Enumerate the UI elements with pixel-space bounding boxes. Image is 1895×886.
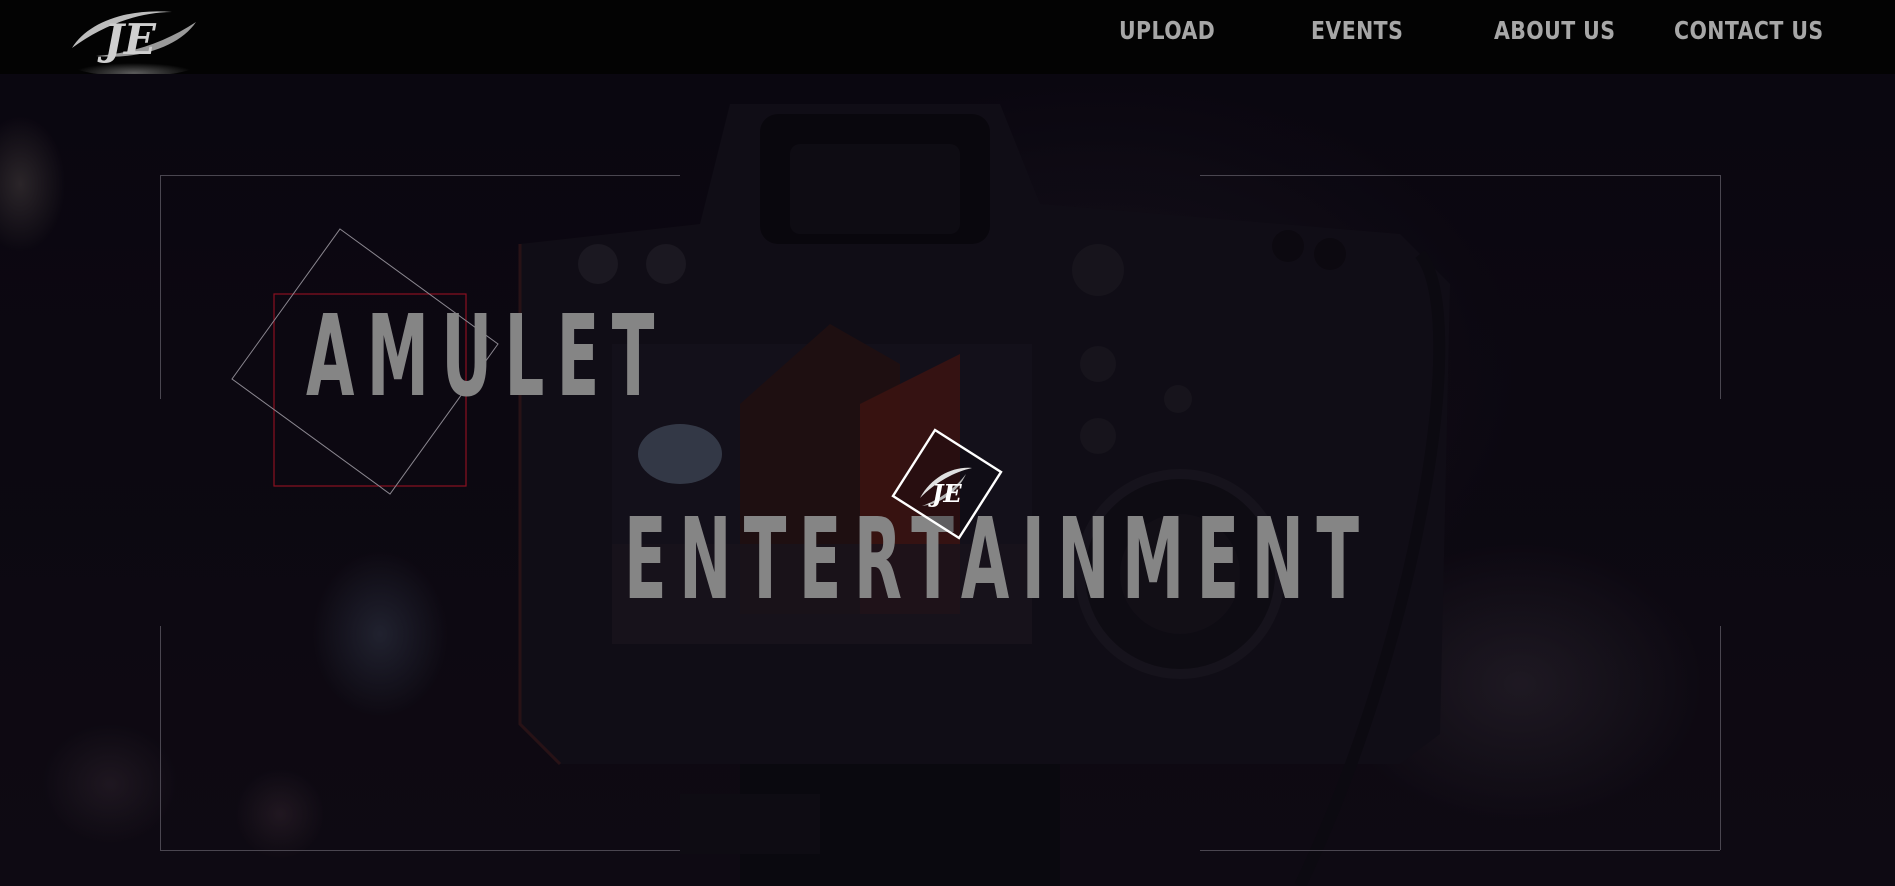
frame-top-left-line — [160, 175, 680, 176]
nav-upload[interactable]: UPLOAD — [1119, 16, 1215, 45]
nav-about-us[interactable]: ABOUT US — [1494, 16, 1615, 45]
nav-events[interactable]: EVENTS — [1311, 16, 1403, 45]
ae-logo-badge-icon: JE — [891, 428, 1003, 540]
svg-text:JE: JE — [97, 15, 157, 64]
frame-bottom-right-line — [1200, 850, 1720, 851]
hero-section: AMULET ENTERTAINMENT JE — [0, 74, 1895, 886]
frame-right-upper-line — [1720, 175, 1721, 399]
svg-text:JE: JE — [928, 479, 962, 508]
hero-title-amulet: AMULET — [306, 292, 667, 422]
frame-left-upper-line — [160, 175, 161, 399]
top-navbar: JE UPLOAD EVENTS ABOUT US CONTACT US — [0, 0, 1895, 76]
frame-bottom-left-line — [160, 850, 680, 851]
frame-left-lower-line — [160, 626, 161, 850]
ae-logo-icon[interactable]: JE — [68, 2, 200, 76]
nav-contact-us[interactable]: CONTACT US — [1674, 16, 1824, 45]
frame-right-lower-line — [1720, 626, 1721, 850]
frame-top-right-line — [1200, 175, 1720, 176]
